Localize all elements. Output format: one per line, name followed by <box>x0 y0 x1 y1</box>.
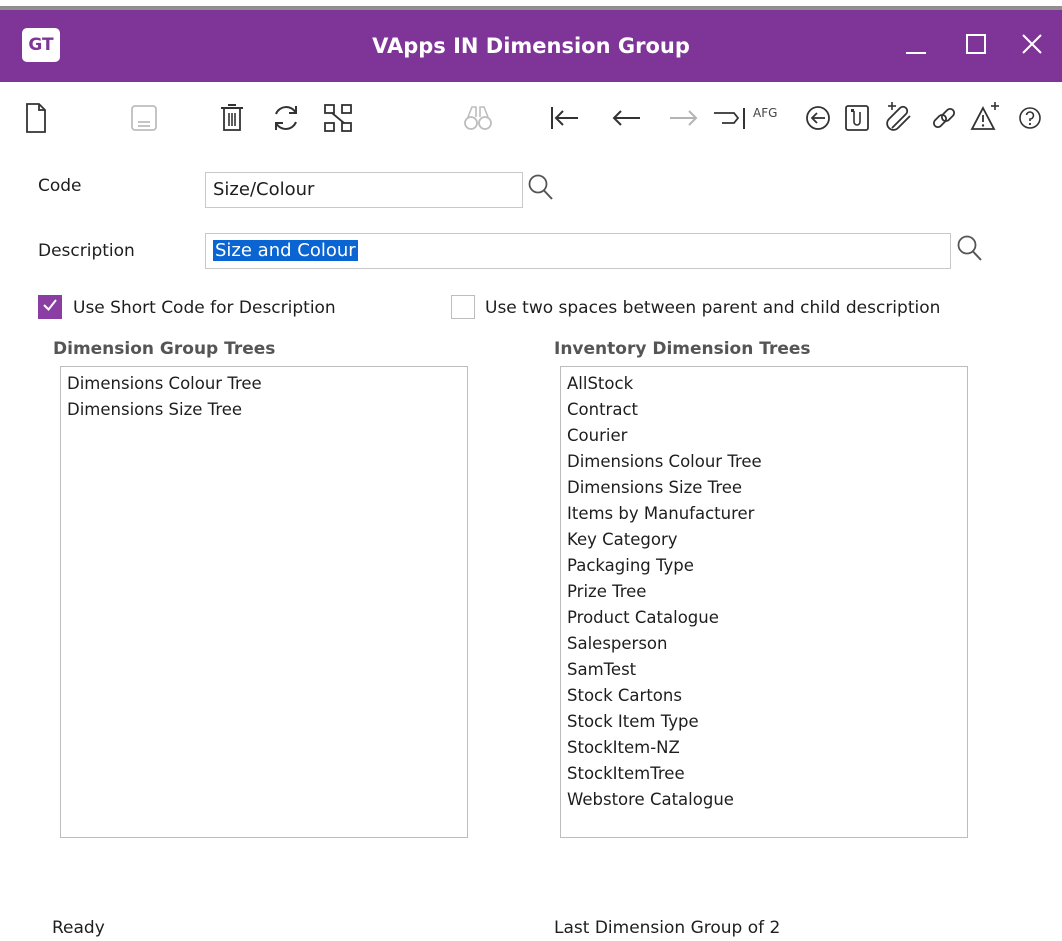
two-spaces-label: Use two spaces between parent and child … <box>485 298 941 318</box>
first-record-icon <box>548 103 580 133</box>
inventory-dimension-trees-title: Inventory Dimension Trees <box>554 339 811 359</box>
save-icon <box>129 103 159 133</box>
status-text: Ready <box>52 918 105 938</box>
code-lookup-button[interactable] <box>525 174 557 206</box>
list-item[interactable]: Dimensions Colour Tree <box>567 449 961 475</box>
use-short-code-checkbox[interactable] <box>38 295 62 319</box>
first-record-button[interactable] <box>546 98 582 138</box>
minimize-icon <box>903 31 929 61</box>
use-short-code-label: Use Short Code for Description <box>73 298 336 318</box>
list-item[interactable]: Items by Manufacturer <box>567 501 961 527</box>
link-icon <box>929 103 959 133</box>
list-item[interactable]: Courier <box>567 423 961 449</box>
description-value: Size and Colour <box>213 240 358 261</box>
dimension-group-trees-list[interactable]: Dimensions Colour Tree Dimensions Size T… <box>60 366 468 838</box>
list-item[interactable]: StockItemTree <box>567 761 961 787</box>
close-icon <box>1019 31 1045 61</box>
previous-record-icon <box>610 103 642 133</box>
close-button[interactable] <box>1012 24 1052 68</box>
list-item[interactable]: AllStock <box>567 371 961 397</box>
afg-icon[interactable]: AFG <box>753 106 777 120</box>
list-item[interactable]: Contract <box>567 397 961 423</box>
code-field[interactable]: Size/Colour <box>205 172 523 208</box>
next-record-icon <box>668 103 700 133</box>
delete-icon <box>217 102 247 134</box>
code-value: Size/Colour <box>213 179 315 200</box>
last-record-icon <box>712 103 748 133</box>
organize-button[interactable] <box>320 98 356 138</box>
checkmark-icon <box>41 296 59 318</box>
list-item[interactable]: Dimensions Size Tree <box>67 397 461 423</box>
new-document-icon <box>23 102 49 134</box>
list-item[interactable]: Dimensions Colour Tree <box>67 371 461 397</box>
list-item[interactable]: Stock Item Type <box>567 709 961 735</box>
save-button[interactable] <box>126 98 162 138</box>
inventory-dimension-trees-list[interactable]: AllStock Contract Courier Dimensions Col… <box>560 366 968 838</box>
list-item[interactable]: StockItem-NZ <box>567 735 961 761</box>
find-button[interactable] <box>460 98 496 138</box>
list-item[interactable]: Prize Tree <box>567 579 961 605</box>
description-lookup-button[interactable] <box>954 235 986 267</box>
add-attachment-button[interactable] <box>882 98 918 138</box>
new-document-button[interactable] <box>18 98 54 138</box>
back-circle-icon <box>804 104 832 132</box>
code-label: Code <box>38 176 82 196</box>
two-spaces-checkbox[interactable] <box>451 295 475 319</box>
list-item[interactable]: Dimensions Size Tree <box>567 475 961 501</box>
record-position-text: Last Dimension Group of 2 <box>554 918 781 938</box>
add-attachment-icon <box>884 102 916 134</box>
organize-icon <box>322 102 354 134</box>
attachment-list-icon <box>843 103 873 133</box>
maximize-icon <box>963 31 989 61</box>
link-button[interactable] <box>926 98 962 138</box>
list-item[interactable]: Webstore Catalogue <box>567 787 961 813</box>
search-icon <box>527 173 555 207</box>
list-item[interactable]: Product Catalogue <box>567 605 961 631</box>
title-bar: GT VApps IN Dimension Group <box>0 10 1062 82</box>
delete-button[interactable] <box>214 98 250 138</box>
list-item[interactable]: SamTest <box>567 657 961 683</box>
list-item[interactable]: Salesperson <box>567 631 961 657</box>
refresh-icon <box>270 102 302 134</box>
back-circle-button[interactable] <box>800 98 836 138</box>
description-field[interactable]: Size and Colour <box>205 233 951 269</box>
refresh-button[interactable] <box>268 98 304 138</box>
dimension-group-trees-title: Dimension Group Trees <box>53 339 276 359</box>
minimize-button[interactable] <box>896 24 936 68</box>
next-record-button[interactable] <box>666 98 702 138</box>
help-button[interactable] <box>1012 98 1048 138</box>
list-item[interactable]: Stock Cartons <box>567 683 961 709</box>
find-icon <box>463 103 493 133</box>
help-icon <box>1017 105 1043 131</box>
list-item[interactable]: Packaging Type <box>567 553 961 579</box>
last-record-button[interactable] <box>712 98 748 138</box>
search-icon <box>956 234 984 268</box>
add-alert-icon <box>970 102 1002 134</box>
previous-record-button[interactable] <box>608 98 644 138</box>
add-alert-button[interactable] <box>968 98 1004 138</box>
attachment-list-button[interactable] <box>840 98 876 138</box>
list-item[interactable]: Key Category <box>567 527 961 553</box>
toolbar: AFG <box>0 84 1062 154</box>
maximize-button[interactable] <box>956 24 996 68</box>
app-logo: GT <box>22 28 60 62</box>
description-label: Description <box>38 241 135 261</box>
